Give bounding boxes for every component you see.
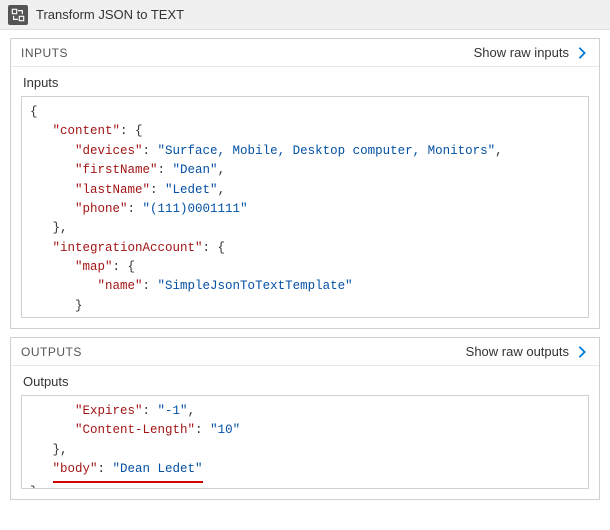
show-raw-outputs-link[interactable]: Show raw outputs	[466, 344, 589, 359]
show-raw-outputs-label: Show raw outputs	[466, 344, 569, 359]
outputs-code: "Expires": "-1", "Content-Length": "10" …	[30, 402, 580, 488]
chevron-right-icon	[575, 345, 589, 359]
outputs-panel-header: OUTPUTS Show raw outputs	[11, 338, 599, 366]
inputs-code: { "content": { "devices": "Surface, Mobi…	[30, 103, 580, 317]
inputs-sublabel: Inputs	[11, 67, 599, 92]
inputs-code-scroll[interactable]: { "content": { "devices": "Surface, Mobi…	[22, 97, 588, 317]
inputs-heading: INPUTS	[21, 46, 68, 60]
outputs-heading: OUTPUTS	[21, 345, 82, 359]
inputs-panel: INPUTS Show raw inputs Inputs { "content…	[10, 38, 600, 329]
outputs-code-frame: "Expires": "-1", "Content-Length": "10" …	[21, 395, 589, 489]
transform-icon	[8, 5, 28, 25]
chevron-right-icon	[575, 46, 589, 60]
show-raw-inputs-link[interactable]: Show raw inputs	[474, 45, 589, 60]
outputs-sublabel: Outputs	[11, 366, 599, 391]
page-title: Transform JSON to TEXT	[36, 7, 184, 22]
outputs-panel: OUTPUTS Show raw outputs Outputs "Expire…	[10, 337, 600, 500]
outputs-code-scroll[interactable]: "Expires": "-1", "Content-Length": "10" …	[22, 396, 588, 488]
title-bar: Transform JSON to TEXT	[0, 0, 610, 30]
inputs-code-frame: { "content": { "devices": "Surface, Mobi…	[21, 96, 589, 318]
inputs-panel-header: INPUTS Show raw inputs	[11, 39, 599, 67]
show-raw-inputs-label: Show raw inputs	[474, 45, 569, 60]
